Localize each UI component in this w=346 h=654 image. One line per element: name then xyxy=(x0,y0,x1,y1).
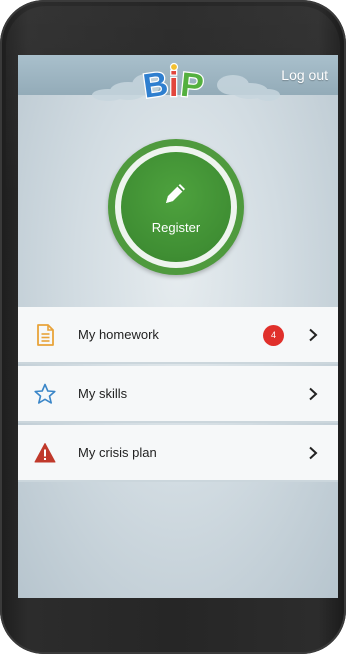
pencil-icon xyxy=(166,184,185,203)
bip-logo: B i P xyxy=(140,62,207,103)
menu-item-label: My homework xyxy=(78,327,159,342)
star-icon xyxy=(34,383,56,404)
register-label: Register xyxy=(151,220,201,235)
notification-badge: 4 xyxy=(263,325,284,346)
menu-item-label: My skills xyxy=(78,386,128,401)
document-icon xyxy=(37,324,54,346)
svg-text:i: i xyxy=(169,66,178,103)
logout-button[interactable]: Log out xyxy=(281,67,328,83)
menu-item-label: My crisis plan xyxy=(78,445,157,460)
register-ring: Register xyxy=(108,139,244,275)
svg-text:B: B xyxy=(141,65,171,103)
menu-item-skills[interactable]: My skills xyxy=(18,366,338,423)
menu-item-crisis-plan[interactable]: My crisis plan xyxy=(18,425,338,482)
chevron-right-icon xyxy=(309,387,318,401)
svg-text:P: P xyxy=(179,66,206,103)
chevron-right-icon xyxy=(309,328,318,342)
app-screen: B i P Log out Register My homework 4 My … xyxy=(18,55,338,598)
register-button[interactable]: Register xyxy=(121,152,231,262)
chevron-right-icon xyxy=(309,446,318,460)
phone-frame: B i P Log out Register My homework 4 My … xyxy=(0,0,346,654)
warning-icon xyxy=(34,443,56,463)
menu-item-homework[interactable]: My homework 4 xyxy=(18,307,338,364)
